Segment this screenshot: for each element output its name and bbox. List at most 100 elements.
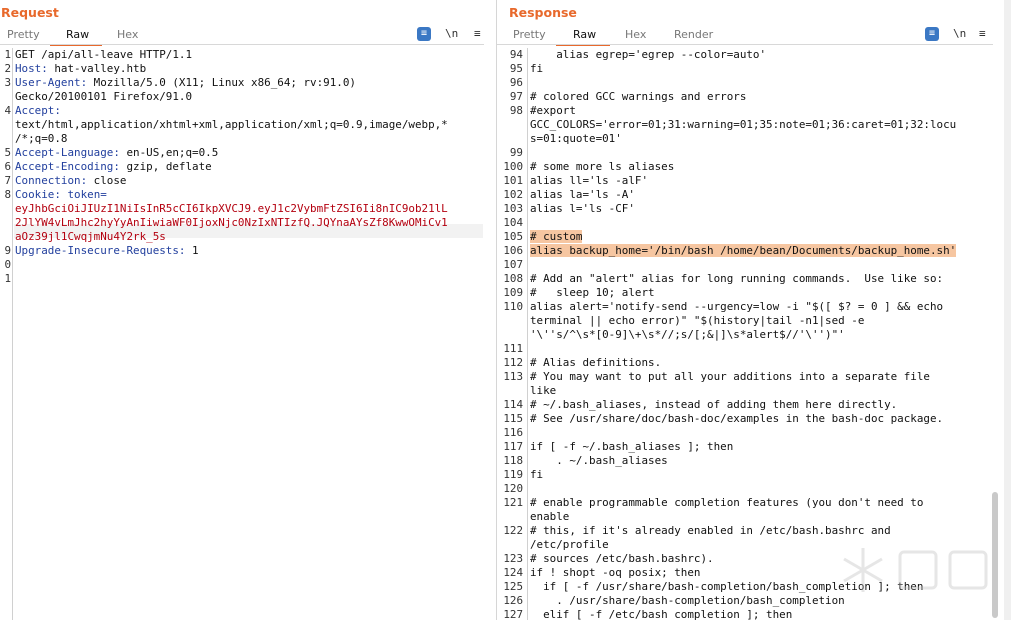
options-menu-icon[interactable]: ≡ xyxy=(474,27,481,41)
header-value: gzip, deflate xyxy=(119,160,212,173)
code-text: Gecko/20100101 Firefox/91.0 xyxy=(15,90,193,103)
response-editor[interactable]: 94 alias egrep='egrep --color=auto' 95 fi 9… xyxy=(497,48,1011,620)
code-text: # You may want to put all your additions… xyxy=(530,370,930,383)
request-tab-raw[interactable]: Raw xyxy=(66,28,89,41)
show-newlines-icon[interactable]: \n xyxy=(953,27,966,41)
code-line: 121 # enable programmable completion feat… xyxy=(497,496,1011,510)
code-line: 118 . ~/.bash_aliases xyxy=(497,454,1011,468)
code-line: like xyxy=(497,384,1011,398)
code-line: 100 # some more ls aliases xyxy=(497,160,1011,174)
line-number: 104 xyxy=(503,216,523,229)
line-number: 5 xyxy=(4,146,11,159)
code-line: 98 #export xyxy=(497,104,1011,118)
code-line: 109 # sleep 10; alert xyxy=(497,286,1011,300)
line-number: 105 xyxy=(503,230,523,243)
response-tab-raw[interactable]: Raw xyxy=(573,28,596,41)
code-line: 107 xyxy=(497,258,1011,272)
code-line: 122 # this, if it's already enabled in /e… xyxy=(497,524,1011,538)
code-text: text/html,application/xhtml+xml,applicat… xyxy=(15,118,448,131)
header-name: Accept: xyxy=(15,104,61,117)
code-line: 94 alias egrep='egrep --color=auto' xyxy=(497,48,1011,62)
code-line: 105 # custom xyxy=(497,230,1011,244)
code-line: 117 if [ -f ~/.bash_aliases ]; then xyxy=(497,440,1011,454)
code-text: # sleep 10; alert xyxy=(530,286,655,299)
line-number: 3 xyxy=(4,76,11,89)
code-line: 108 # Add an "alert" alias for long runni… xyxy=(497,272,1011,286)
line-number: 99 xyxy=(509,146,523,159)
request-tab-hex[interactable]: Hex xyxy=(117,28,138,41)
response-title: Response xyxy=(509,5,577,20)
response-tab-hex[interactable]: Hex xyxy=(625,28,646,41)
code-line: 120 xyxy=(497,482,1011,496)
code-text: # See /usr/share/doc/bash-doc/examples i… xyxy=(530,412,944,425)
code-line: GCC_COLORS='error=01;31:warning=01;35:no… xyxy=(497,118,1011,132)
header-name: Upgrade-Insecure-Requests: xyxy=(15,244,186,257)
response-tab-pretty[interactable]: Pretty xyxy=(513,28,546,41)
line-number: 122 xyxy=(503,524,523,537)
line-number: 6 xyxy=(4,160,11,173)
line-number: 115 xyxy=(503,412,523,425)
code-text: # Alias definitions. xyxy=(530,356,662,369)
code-line: '\''s/^\s*[0-9]\+\s*//;s/[;&|]\s*alert$/… xyxy=(497,328,1011,342)
line-number: 110 xyxy=(503,300,523,313)
code-line: 97 # colored GCC warnings and errors xyxy=(497,90,1011,104)
code-line: 95 fi xyxy=(497,62,1011,76)
code-line: 115 # See /usr/share/doc/bash-doc/example… xyxy=(497,412,1011,426)
code-line: 114 # ~/.bash_aliases, instead of adding … xyxy=(497,398,1011,412)
code-line: 2 Host: hat-valley.htb xyxy=(0,62,496,76)
response-tab-render[interactable]: Render xyxy=(674,28,713,41)
header-value: Mozilla/5.0 (X11; Linux x86_64; rv:91.0) xyxy=(87,76,356,89)
code-line: 6 Accept-Encoding: gzip, deflate xyxy=(0,160,496,174)
code-text: like xyxy=(530,384,557,397)
code-text: GET /api/all-leave HTTP/1.1 xyxy=(15,48,193,61)
header-name: User-Agent: xyxy=(15,76,88,89)
line-number: 1 xyxy=(4,48,11,61)
code-line: 113 # You may want to put all your additi… xyxy=(497,370,1011,384)
code-line: 8 Cookie: token= xyxy=(0,188,496,202)
line-number: 103 xyxy=(503,202,523,215)
show-newlines-icon[interactable]: \n xyxy=(445,27,458,41)
code-line: Gecko/20100101 Firefox/91.0 xyxy=(0,90,496,104)
line-number: 7 xyxy=(4,174,11,187)
line-number: 102 xyxy=(503,188,523,201)
word-wrap-icon[interactable]: ≡ xyxy=(925,27,939,41)
code-text: if ! shopt -oq posix; then xyxy=(530,566,701,579)
code-line: 99 xyxy=(497,146,1011,160)
line-number: 4 xyxy=(4,104,11,117)
code-text: Accept: xyxy=(15,104,61,117)
options-menu-icon[interactable]: ≡ xyxy=(979,27,986,41)
request-editor[interactable]: 1 GET /api/all-leave HTTP/1.1 2 Host: hat-v… xyxy=(0,48,496,620)
request-tab-pretty[interactable]: Pretty xyxy=(7,28,40,41)
code-line: 103 alias l='ls -CF' xyxy=(497,202,1011,216)
line-number: 111 xyxy=(503,342,523,355)
code-line: 3 User-Agent: Mozilla/5.0 (X11; Linux x86… xyxy=(0,76,496,90)
code-text: # enable programmable completion feature… xyxy=(530,496,924,509)
code-line: text/html,application/xhtml+xml,applicat… xyxy=(0,118,496,132)
line-number: 117 xyxy=(503,440,523,453)
code-text: '\''s/^\s*[0-9]\+\s*//;s/[;&|]\s*alert$/… xyxy=(530,328,845,341)
code-text: # ~/.bash_aliases, instead of adding the… xyxy=(530,398,898,411)
code-text: alias la='ls -A' xyxy=(530,188,635,201)
code-line: 0 xyxy=(0,258,496,272)
window-edge xyxy=(1004,0,1011,620)
response-pane: Response Pretty Raw Hex Render ≡ \n ≡ 94… xyxy=(497,0,1011,620)
code-text: User-Agent: Mozilla/5.0 (X11; Linux x86_… xyxy=(15,76,356,89)
line-number: 100 xyxy=(503,160,523,173)
line-number: 124 xyxy=(503,566,523,579)
header-value: en-US,en;q=0.5 xyxy=(119,146,219,159)
line-number: 114 xyxy=(503,398,523,411)
code-line: 106 alias backup_home='/bin/bash /home/be… xyxy=(497,244,1011,258)
line-number: 119 xyxy=(503,468,523,481)
word-wrap-icon[interactable]: ≡ xyxy=(417,27,431,41)
code-text: Upgrade-Insecure-Requests: 1 xyxy=(15,244,199,257)
line-number: 0 xyxy=(4,258,11,271)
code-text: Accept-Encoding: gzip, deflate xyxy=(15,160,212,173)
code-line: 2JlYW4vLmJhc2hyYyAnIiwiaWF0IjoxNjc0NzIxN… xyxy=(0,216,496,230)
code-line: 1 GET /api/all-leave HTTP/1.1 xyxy=(0,48,496,62)
request-pane: Request Pretty Raw Hex ≡ \n ≡ 1 GET /api/… xyxy=(0,0,496,620)
code-text: /etc/profile xyxy=(530,538,609,551)
code-line: /*;q=0.8 xyxy=(0,132,496,146)
code-line: 101 alias ll='ls -alF' xyxy=(497,174,1011,188)
line-number: 116 xyxy=(503,426,523,439)
cookie-token-value: eyJhbGciOiJIUzI1NiIsInR5cCI6IkpXVCJ9.eyJ… xyxy=(15,202,448,215)
